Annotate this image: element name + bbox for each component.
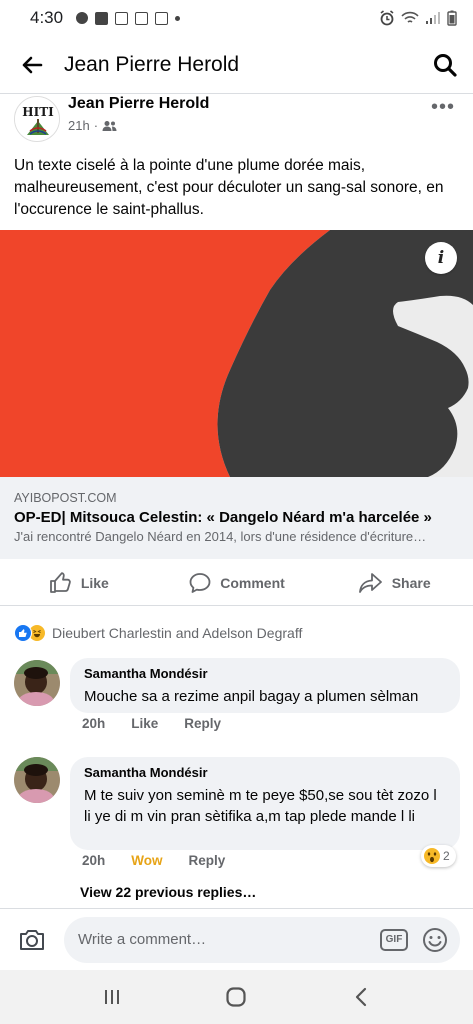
reactions-names: Dieubert Charlestin and Adelson Degraff	[52, 625, 303, 641]
info-icon[interactable]: i	[425, 242, 457, 274]
wifi-icon	[401, 11, 419, 23]
post-header: HITI Jean Pierre Herold 21h · •••	[0, 94, 473, 148]
svg-text:HITI: HITI	[22, 105, 54, 119]
like-label: Like	[80, 574, 109, 591]
more-notifications-dot	[175, 15, 181, 21]
link-preview-image[interactable]: i	[0, 230, 473, 477]
link-preview-info[interactable]: AYIBOPOST.COM OP-ED| Mitsouca Celestin: …	[0, 477, 473, 559]
comment-button[interactable]: Comment	[158, 571, 316, 595]
comment-text: Mouche sa a rezime anpil bagay a plumen …	[84, 688, 419, 705]
commenter-avatar[interactable]	[14, 660, 60, 706]
reaction-icons	[14, 624, 46, 642]
search-button[interactable]	[417, 36, 473, 94]
status-time: 4:30	[30, 8, 64, 27]
comment-like-button[interactable]: Like	[131, 716, 158, 731]
page-title: Jean Pierre Herold	[64, 52, 240, 76]
comment-reaction-badge[interactable]: 2	[421, 845, 456, 867]
post-time[interactable]: 21h	[68, 118, 90, 133]
news-notification-icon	[155, 11, 169, 25]
recent-apps-button[interactable]	[92, 977, 132, 1017]
profile-silhouette-illustration	[0, 230, 473, 477]
author-avatar[interactable]: HITI	[14, 96, 60, 142]
meta-separator: ·	[93, 118, 99, 133]
share-button[interactable]: Share	[315, 571, 473, 595]
camera-icon	[20, 929, 44, 950]
comment-input-box[interactable]: GIF	[64, 916, 460, 963]
like-icon	[49, 571, 71, 593]
comment-input[interactable]	[78, 931, 380, 948]
post-meta: 21h ·	[68, 118, 117, 133]
share-label: Share	[391, 574, 431, 591]
link-description: J'ai rencontré Dangelo Néard en 2014, lo…	[14, 529, 427, 544]
more-icon[interactable]: •••	[431, 96, 455, 119]
status-bar: 4:30	[0, 0, 473, 36]
messenger-notification-icon	[76, 12, 89, 24]
back-button[interactable]	[0, 36, 64, 94]
gif-button[interactable]: GIF	[380, 928, 408, 951]
comment-time[interactable]: 20h	[82, 716, 105, 731]
comment-bubble[interactable]: Samantha Mondésir M te suiv yon seminè m…	[70, 757, 460, 850]
comment-actions: 20h Wow Reply	[82, 853, 225, 868]
facebook-notification-icon	[95, 11, 109, 25]
page-header: Jean Pierre Herold	[0, 36, 473, 94]
comment-author[interactable]: Samantha Mondésir	[84, 666, 446, 681]
like-button[interactable]: Like	[0, 571, 158, 595]
comment-text: M te suiv yon seminè m te peye $50,se so…	[84, 787, 437, 825]
post-text: Un texte ciselé à la pointe d'une plume …	[14, 157, 444, 218]
avatar-photo	[14, 660, 60, 706]
post-author-name[interactable]: Jean Pierre Herold	[68, 95, 209, 113]
comment-author[interactable]: Samantha Mondésir	[84, 765, 446, 780]
comment-bubble[interactable]: Samantha Mondésir Mouche sa a rezime anp…	[70, 658, 460, 713]
comment-wow-button[interactable]: Wow	[131, 853, 162, 868]
haiti-logo-icon: HITI	[15, 97, 59, 141]
back-nav-icon	[355, 987, 366, 1007]
commenter-avatar[interactable]	[14, 757, 60, 803]
comment-reply-button[interactable]: Reply	[189, 853, 226, 868]
emoji-icon[interactable]	[422, 927, 448, 953]
link-domain: AYIBOPOST.COM	[14, 491, 117, 505]
like-reaction-icon	[14, 624, 32, 642]
avatar-photo	[14, 757, 60, 803]
back-arrow-icon	[22, 56, 43, 73]
home-icon	[226, 987, 247, 1007]
signal-icon	[426, 12, 440, 24]
reactions-summary[interactable]: Dieubert Charlestin and Adelson Degraff	[14, 622, 302, 644]
comment-label: Comment	[220, 574, 285, 591]
camera-button[interactable]	[0, 909, 64, 971]
comment-reply-button[interactable]: Reply	[184, 716, 221, 731]
home-button[interactable]	[216, 977, 256, 1017]
alarm-icon	[380, 10, 394, 26]
comment-icon	[189, 572, 211, 593]
news-notification-icon	[115, 11, 129, 25]
view-previous-replies[interactable]: View 22 previous replies…	[80, 884, 256, 900]
news-notification-icon	[135, 11, 149, 25]
search-icon	[434, 53, 457, 77]
comment-time[interactable]: 20h	[82, 853, 105, 868]
reaction-count: 2	[443, 849, 450, 863]
comment-actions: 20h Like Reply	[82, 716, 221, 731]
recent-apps-icon	[105, 990, 120, 1004]
android-navigation-bar	[0, 970, 473, 1024]
share-icon	[358, 572, 382, 593]
wow-reaction-icon	[424, 848, 440, 864]
back-nav-button[interactable]	[341, 977, 381, 1017]
post-actions: Like Comment Share	[0, 560, 473, 606]
link-title: OP-ED| Mitsouca Celestin: « Dangelo Néar…	[14, 509, 432, 526]
comment-composer: GIF	[0, 908, 473, 970]
battery-icon	[447, 10, 457, 26]
friends-icon	[102, 120, 117, 131]
